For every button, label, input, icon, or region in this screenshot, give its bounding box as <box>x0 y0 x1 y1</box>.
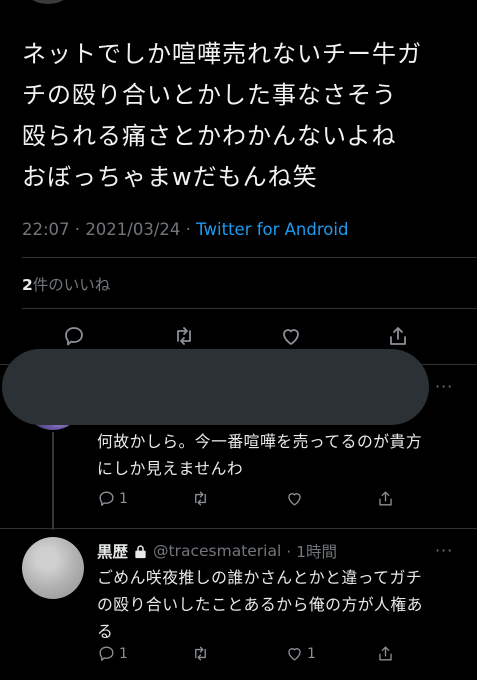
tweet-action-bar <box>0 322 477 352</box>
divider <box>0 528 477 529</box>
reply2-time: · 1時間 <box>286 543 338 561</box>
likes-label: 件のいいね <box>32 276 111 294</box>
share-icon <box>390 327 406 345</box>
reply2-reply-button[interactable]: 1 <box>97 644 128 663</box>
reply1-reply-button[interactable]: 1 <box>97 489 128 508</box>
likes-count: 2 <box>22 276 33 294</box>
retweet-icon <box>195 646 206 661</box>
tweet-meta: 22:07 · 2021/03/24 · Twitter for Android <box>22 220 348 239</box>
likes-link[interactable]: 2件のいいね <box>22 273 110 295</box>
heart-icon <box>288 648 301 661</box>
reply-icon <box>99 646 114 661</box>
like-button[interactable] <box>277 322 305 350</box>
divider <box>22 257 477 258</box>
reply2-retweet-button[interactable] <box>191 644 210 663</box>
tweet-date: 2021/03/24 <box>85 220 181 239</box>
reply2-handle[interactable]: @tracesmaterial <box>153 542 281 560</box>
reply2-text: ごめん咲夜推しの誰かさんとかと違ってガチ の殴り合いしたことあるから俺の方が人権… <box>97 568 423 641</box>
reply2-actions: 1 1 <box>0 644 477 668</box>
lock-icon <box>133 544 148 559</box>
reply1-more-button[interactable]: ··· <box>435 377 453 396</box>
reply-icon <box>99 491 114 506</box>
reply1-text: 何故かしら。今一番喧嘩を売ってるのが貴方 にしか見えませんわ <box>97 432 423 478</box>
tweet-time: 22:07 <box>22 220 70 239</box>
meta-separator: · <box>69 220 86 239</box>
share-button[interactable] <box>384 322 412 350</box>
reply1-retweet-button[interactable] <box>191 489 210 508</box>
reply-icon <box>65 327 83 346</box>
reply2-header: 黒歴 @tracesmaterial · 1時間 <box>97 540 337 562</box>
reply1-reply-count: 1 <box>119 490 128 507</box>
share-icon <box>379 491 392 506</box>
reply2-like-button[interactable]: 1 <box>285 644 316 663</box>
reply2-share-button[interactable] <box>376 644 395 663</box>
reply2-display-name[interactable]: 黒歴 <box>97 540 128 562</box>
retweet-button[interactable] <box>170 322 198 350</box>
reply1-share-button[interactable] <box>376 489 395 508</box>
reply-button[interactable] <box>60 322 88 350</box>
heart-icon <box>288 493 301 506</box>
share-icon <box>379 646 392 661</box>
retweet-icon <box>195 491 206 506</box>
reply2-more-button[interactable]: ··· <box>435 541 453 560</box>
redaction-overlay <box>2 349 429 425</box>
heart-icon <box>283 329 299 345</box>
retweet-icon <box>177 327 191 345</box>
meta-separator: · <box>180 220 197 239</box>
tweet-client-link[interactable]: Twitter for Android <box>196 220 348 239</box>
reply1-actions: 1 <box>0 489 477 513</box>
thread-line <box>52 432 54 530</box>
divider <box>22 308 477 309</box>
reply2-avatar[interactable] <box>22 537 84 599</box>
reply2-reply-count: 1 <box>119 645 128 662</box>
reply2-like-count: 1 <box>307 645 316 662</box>
reply1-like-button[interactable] <box>285 489 304 508</box>
tweet-text: ネットでしか喧嘩売れないチー牛ガ チの殴り合いとかした事なさそう 殴られる痛さと… <box>22 40 422 191</box>
top-avatar[interactable] <box>22 0 74 4</box>
